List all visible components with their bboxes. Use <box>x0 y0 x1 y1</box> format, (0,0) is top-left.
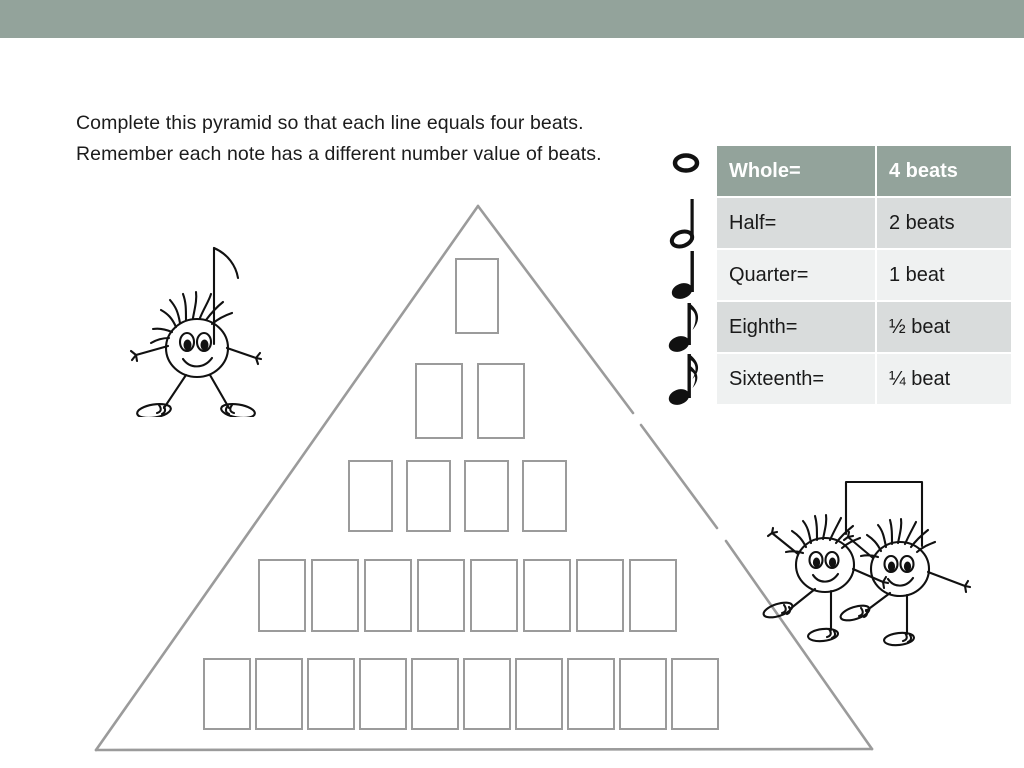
pyramid-answer-box[interactable] <box>406 460 451 532</box>
top-decorative-band <box>0 0 1024 38</box>
half-note-icon <box>660 198 712 250</box>
note-name-half: Half= <box>717 198 875 248</box>
pyramid-answer-box[interactable] <box>464 460 509 532</box>
note-name-whole: Whole= <box>717 146 875 196</box>
pyramid-answer-box[interactable] <box>522 460 567 532</box>
pyramid-answer-box[interactable] <box>523 559 571 632</box>
pyramid-answer-box[interactable] <box>629 559 677 632</box>
pyramid-answer-box[interactable] <box>258 559 306 632</box>
pyramid-answer-box[interactable] <box>671 658 719 730</box>
note-name-eighth: Eighth= <box>717 302 875 352</box>
pyramid-answer-box[interactable] <box>348 460 393 532</box>
note-value-eighth: ½ beat <box>877 302 1011 352</box>
pyramid-answer-box[interactable] <box>477 363 525 439</box>
table-row-whole: Whole= 4 beats <box>717 146 1011 196</box>
pyramid-answer-box[interactable] <box>417 559 465 632</box>
eighth-note-character-doodle <box>128 232 278 422</box>
pyramid-answer-box[interactable] <box>415 363 463 439</box>
note-value-quarter: 1 beat <box>877 250 1011 300</box>
pyramid-row-4 <box>258 559 677 632</box>
pyramid-row-3 <box>348 460 567 532</box>
pyramid-answer-box[interactable] <box>470 559 518 632</box>
pyramid-answer-box[interactable] <box>255 658 303 730</box>
note-value-half: 2 beats <box>877 198 1011 248</box>
pyramid-answer-box[interactable] <box>455 258 499 334</box>
pyramid-row-1 <box>455 258 499 334</box>
beamed-eighth-notes-characters-doodle <box>760 468 985 668</box>
sixteenth-note-icon <box>660 354 712 406</box>
instruction-text: Complete this pyramid so that each line … <box>76 112 602 165</box>
whole-note-icon <box>660 146 712 198</box>
note-name-quarter: Quarter= <box>717 250 875 300</box>
pyramid-answer-box[interactable] <box>307 658 355 730</box>
note-name-sixteenth: Sixteenth= <box>717 354 875 404</box>
pyramid-answer-box[interactable] <box>463 658 511 730</box>
table-row-half: Half= 2 beats <box>717 198 1011 248</box>
pyramid-answer-box[interactable] <box>567 658 615 730</box>
pyramid-answer-box[interactable] <box>411 658 459 730</box>
table-row-eighth: Eighth= ½ beat <box>717 302 1011 352</box>
pyramid-answer-box[interactable] <box>364 559 412 632</box>
pyramid-row-5 <box>203 658 719 730</box>
pyramid-answer-box[interactable] <box>359 658 407 730</box>
note-value-whole: 4 beats <box>877 146 1011 196</box>
note-value-reference: Whole= 4 beats Half= 2 beats Quarter= 1 … <box>660 144 1011 440</box>
eighth-note-icon <box>660 302 712 354</box>
table-row-quarter: Quarter= 1 beat <box>717 250 1011 300</box>
pyramid-answer-box[interactable] <box>576 559 624 632</box>
table-row-sixteenth: Sixteenth= ¼ beat <box>717 354 1011 404</box>
quarter-note-icon <box>660 250 712 302</box>
pyramid-row-2 <box>415 363 525 439</box>
note-values-table: Whole= 4 beats Half= 2 beats Quarter= 1 … <box>715 144 1013 406</box>
pyramid-answer-box[interactable] <box>619 658 667 730</box>
pyramid-answer-box[interactable] <box>203 658 251 730</box>
note-value-sixteenth: ¼ beat <box>877 354 1011 404</box>
pyramid-answer-box[interactable] <box>311 559 359 632</box>
pyramid-answer-box[interactable] <box>515 658 563 730</box>
